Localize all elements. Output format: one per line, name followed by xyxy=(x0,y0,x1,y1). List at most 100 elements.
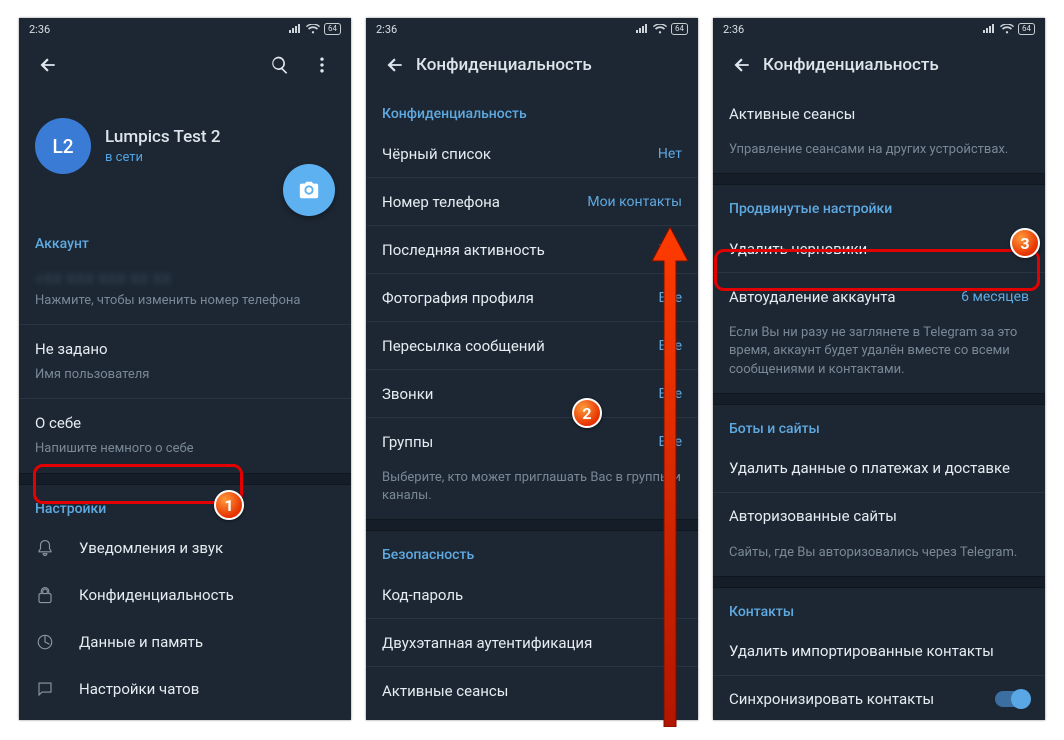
row-lastseen[interactable]: Последняя активность Все xyxy=(366,226,698,273)
row-value: Нет xyxy=(658,146,682,162)
username-value: Не задано xyxy=(35,340,108,358)
status-bar: 2:36 64 xyxy=(366,18,698,40)
status-bar: 2:36 64 xyxy=(19,18,351,40)
lock-icon xyxy=(35,586,55,604)
autodelete-hint: Если Вы ни разу не заглянете в Telegram … xyxy=(713,320,1045,393)
settings-item-privacy[interactable]: Конфиденциальность xyxy=(19,572,351,619)
sites-hint: Сайты, где Вы авторизовались через Teleg… xyxy=(713,540,1045,576)
row-label: Синхронизировать контакты xyxy=(729,690,934,708)
header: Конфиденциальность xyxy=(366,40,698,90)
row-phone[interactable]: Номер телефона Мои контакты xyxy=(366,178,698,225)
account-section-header: Аккаунт xyxy=(19,220,351,260)
status-bar: 2:36 64 xyxy=(713,18,1045,40)
row-calls[interactable]: Звонки Все xyxy=(366,370,698,417)
battery-indicator: 64 xyxy=(1018,23,1035,35)
data-icon xyxy=(35,633,55,651)
search-icon[interactable] xyxy=(259,44,301,86)
back-icon[interactable] xyxy=(27,44,69,86)
row-label: Последняя активность xyxy=(382,241,545,259)
row-auth-sites[interactable]: Авторизованные сайты xyxy=(713,493,1045,540)
row-value: Все xyxy=(659,338,682,354)
row-blacklist[interactable]: Чёрный список Нет xyxy=(366,130,698,177)
row-label: Чёрный список xyxy=(382,145,491,163)
toggle-sync-contacts[interactable] xyxy=(995,691,1029,707)
bots-section-header: Боты и сайты xyxy=(713,405,1045,445)
profile-header: L2 Lumpics Test 2 в сети xyxy=(19,90,351,190)
row-label: Код-пароль xyxy=(382,586,463,604)
page-title: Конфиденциальность xyxy=(763,55,1037,75)
row-sync-contacts[interactable]: Синхронизировать контакты xyxy=(713,676,1045,720)
row-value: Мои контакты xyxy=(587,194,682,210)
change-photo-button[interactable] xyxy=(283,164,335,216)
phone-hint: Нажмите, чтобы изменить номер телефона xyxy=(19,288,351,324)
settings-item-label: Конфиденциальность xyxy=(79,586,234,604)
wifi-icon xyxy=(1000,24,1014,34)
signal-icon xyxy=(288,24,302,34)
bio-value: О себе xyxy=(35,414,81,432)
username-hint: Имя пользователя xyxy=(19,362,351,398)
page-title: Конфиденциальность xyxy=(416,55,690,75)
bell-icon xyxy=(35,539,55,557)
status-time: 2:36 xyxy=(376,23,397,36)
settings-item-chat[interactable]: Настройки чатов xyxy=(19,666,351,713)
row-label: Удалить черновики xyxy=(729,240,867,258)
row-delete-contacts[interactable]: Удалить импортированные контакты xyxy=(713,628,1045,675)
privacy-hint: Выберите, кто может приглашать Вас в гру… xyxy=(366,465,698,519)
row-sessions[interactable]: Активные сеансы xyxy=(366,667,698,714)
back-icon[interactable] xyxy=(721,44,763,86)
row-label: Авторизованные сайты xyxy=(729,507,897,525)
row-groups[interactable]: ГруппыВсе xyxy=(366,418,698,465)
row-label: Двухэтапная аутентификация xyxy=(382,634,592,652)
row-value: Все xyxy=(659,242,682,258)
row-2fa[interactable]: Двухэтапная аутентификация xyxy=(366,619,698,666)
row-label: Удалить импортированные контакты xyxy=(729,642,994,660)
row-payments[interactable]: Удалить данные о платежах и доставке xyxy=(713,445,1045,492)
screen-1-settings: 2:36 64 xyxy=(19,18,351,720)
settings-item-notifications[interactable]: Уведомления и звук xyxy=(19,525,351,572)
screen-2-privacy: 2:36 64 Конфиденциальность Конфиденциаль… xyxy=(366,18,698,720)
header: Конфиденциальность xyxy=(713,40,1045,90)
settings-item-data[interactable]: Данные и память xyxy=(19,619,351,666)
contacts-section-header: Контакты xyxy=(713,588,1045,628)
settings-item-label: Уведомления и звук xyxy=(79,539,223,557)
status-time: 2:36 xyxy=(723,23,744,36)
row-forward[interactable]: Пересылка сообщений Все xyxy=(366,322,698,369)
row-label: Номер телефона xyxy=(382,193,500,211)
chat-icon xyxy=(35,680,55,698)
row-autodelete[interactable]: Автоудаление аккаунта 6 месяцев xyxy=(713,273,1045,320)
profile-name: Lumpics Test 2 xyxy=(105,127,220,147)
row-label: Автоудаление аккаунта xyxy=(729,288,896,306)
profile-status: в сети xyxy=(105,150,220,165)
screen-3-privacy-advanced: 2:36 64 Конфиденциальность Активные сеан… xyxy=(713,18,1045,720)
row-label: Звонки xyxy=(382,385,433,403)
settings-item-label: Данные и память xyxy=(79,633,203,651)
row-label: Активные сеансы xyxy=(382,682,508,700)
bio-hint: Напишите немного о себе xyxy=(19,436,351,472)
settings-item-label: Настройки чатов xyxy=(79,680,199,698)
row-sessions[interactable]: Активные сеансы xyxy=(713,90,1045,137)
row-value: Все xyxy=(659,386,682,402)
row-value: Все xyxy=(659,290,682,306)
wifi-icon xyxy=(306,24,320,34)
avatar[interactable]: L2 xyxy=(35,118,91,174)
row-label: Пересылка сообщений xyxy=(382,337,545,355)
menu-dots-icon[interactable] xyxy=(301,44,343,86)
row-value: Все xyxy=(659,434,682,450)
row-label: Активные сеансы xyxy=(729,105,855,123)
row-label: Удалить данные о платежах и доставке xyxy=(729,459,1010,477)
settings-item-folders[interactable]: Папки xyxy=(19,713,351,720)
row-photo[interactable]: Фотография профиля Все xyxy=(366,274,698,321)
header xyxy=(19,40,351,90)
row-label: Фотография профиля xyxy=(382,289,534,307)
row-delete-drafts[interactable]: Удалить черновики xyxy=(713,225,1045,272)
back-icon[interactable] xyxy=(374,44,416,86)
phone-number-value[interactable]: +XX XXX XXX XX XX xyxy=(19,260,351,288)
sessions-hint: Управление сеансами на других устройства… xyxy=(366,714,698,720)
settings-section-header: Настройки xyxy=(19,485,351,525)
row-passcode[interactable]: Код-пароль xyxy=(366,571,698,618)
sessions-hint: Управление сеансами на других устройства… xyxy=(713,137,1045,173)
battery-indicator: 64 xyxy=(671,23,688,35)
advanced-section-header: Продвинутые настройки xyxy=(713,185,1045,225)
status-time: 2:36 xyxy=(29,23,50,36)
signal-icon xyxy=(635,24,649,34)
